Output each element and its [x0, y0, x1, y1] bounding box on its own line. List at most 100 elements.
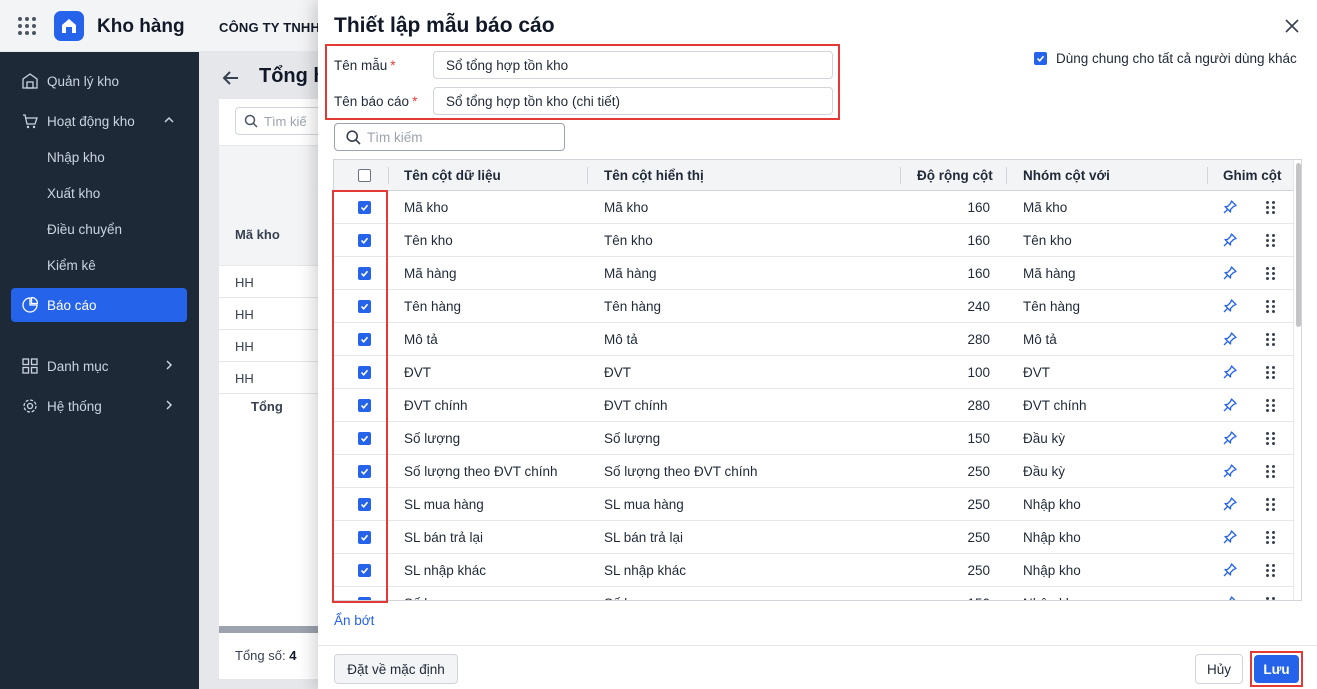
- table-row[interactable]: SL bán trả lại SL bán trả lại 250 Nhập kho: [334, 521, 1294, 554]
- cell-group[interactable]: Mã kho: [1023, 200, 1067, 215]
- cell-group[interactable]: Nhập kho: [1023, 563, 1081, 578]
- table-row[interactable]: Mã kho Mã kho 160 Mã kho: [334, 191, 1294, 224]
- cell-width[interactable]: 150: [930, 596, 990, 600]
- cell-group[interactable]: Nhập kho: [1023, 530, 1081, 545]
- drag-handle-icon[interactable]: [1263, 596, 1277, 600]
- cell-display-name[interactable]: Tên hàng: [604, 299, 661, 314]
- cell-display-name[interactable]: ĐVT chính: [604, 398, 668, 413]
- drag-handle-icon[interactable]: [1263, 266, 1277, 280]
- cell-display-name[interactable]: Số lượng: [604, 431, 660, 446]
- cell-width[interactable]: 160: [930, 233, 990, 248]
- table-row[interactable]: Số lượng Số lượng 150 Đầu kỳ: [334, 422, 1294, 455]
- table-row[interactable]: ĐVT ĐVT 100 ĐVT: [334, 356, 1294, 389]
- sidebar-item-transfer[interactable]: Điều chuyển: [11, 212, 187, 246]
- cell-display-name[interactable]: Số lượng: [604, 596, 660, 600]
- drag-handle-icon[interactable]: [1263, 233, 1277, 247]
- template-name-input[interactable]: [433, 51, 833, 79]
- column-header-width[interactable]: Độ rộng cột: [917, 168, 993, 183]
- show-less-link[interactable]: Ẩn bớt: [334, 613, 374, 628]
- table-row[interactable]: ĐVT chính ĐVT chính 280 ĐVT chính: [334, 389, 1294, 422]
- cell-display-name[interactable]: SL bán trả lại: [604, 530, 683, 545]
- cell-group[interactable]: Nhập kho: [1023, 497, 1081, 512]
- vertical-scrollbar[interactable]: [1293, 160, 1301, 600]
- sidebar-item-inventory-check[interactable]: Kiểm kê: [11, 248, 187, 282]
- cell-group[interactable]: Mã hàng: [1023, 266, 1076, 281]
- pin-icon[interactable]: [1223, 431, 1237, 445]
- drag-handle-icon[interactable]: [1263, 563, 1277, 577]
- table-row[interactable]: Mô tả Mô tả 280 Mô tả: [334, 323, 1294, 356]
- sidebar-item-export[interactable]: Xuất kho: [11, 176, 187, 210]
- cell-display-name[interactable]: Tên kho: [604, 233, 653, 248]
- pin-icon[interactable]: [1223, 530, 1237, 544]
- cell-width[interactable]: 160: [930, 200, 990, 215]
- cell-group[interactable]: Đầu kỳ: [1023, 464, 1065, 479]
- column-header-display-name[interactable]: Tên cột hiển thị: [604, 168, 704, 183]
- pin-icon[interactable]: [1223, 266, 1237, 280]
- cell-width[interactable]: 250: [930, 497, 990, 512]
- scrollbar-thumb[interactable]: [1296, 163, 1301, 327]
- pin-icon[interactable]: [1223, 365, 1237, 379]
- cell-width[interactable]: 100: [930, 365, 990, 380]
- sidebar-item-system[interactable]: Hệ thống: [11, 389, 187, 423]
- cell-display-name[interactable]: SL nhập khác: [604, 563, 686, 578]
- pin-icon[interactable]: [1223, 563, 1237, 577]
- column-header-data-name[interactable]: Tên cột dữ liệu: [404, 168, 501, 183]
- cell-width[interactable]: 160: [930, 266, 990, 281]
- column-header-group[interactable]: Nhóm cột với: [1023, 168, 1110, 183]
- drag-handle-icon[interactable]: [1263, 431, 1277, 445]
- sidebar-item-import[interactable]: Nhập kho: [11, 140, 187, 174]
- save-button[interactable]: Lưu: [1254, 655, 1299, 683]
- drag-handle-icon[interactable]: [1263, 398, 1277, 412]
- drag-handle-icon[interactable]: [1263, 200, 1277, 214]
- app-launcher-icon[interactable]: [18, 17, 36, 35]
- close-icon[interactable]: [1282, 16, 1302, 36]
- drag-handle-icon[interactable]: [1263, 464, 1277, 478]
- pin-icon[interactable]: [1223, 200, 1237, 214]
- pin-icon[interactable]: [1223, 464, 1237, 478]
- drag-handle-icon[interactable]: [1263, 332, 1277, 346]
- cell-width[interactable]: 280: [930, 332, 990, 347]
- sidebar-item-catalog[interactable]: Danh mục: [11, 349, 187, 383]
- table-row[interactable]: SL mua hàng SL mua hàng 250 Nhập kho: [334, 488, 1294, 521]
- pin-icon[interactable]: [1223, 398, 1237, 412]
- pin-icon[interactable]: [1223, 233, 1237, 247]
- select-all-checkbox[interactable]: [358, 169, 371, 182]
- drag-handle-icon[interactable]: [1263, 497, 1277, 511]
- pin-icon[interactable]: [1223, 299, 1237, 313]
- cell-display-name[interactable]: Mã kho: [604, 200, 648, 215]
- cell-width[interactable]: 240: [930, 299, 990, 314]
- table-row[interactable]: Mã hàng Mã hàng 160 Mã hàng: [334, 257, 1294, 290]
- sidebar-item-reports[interactable]: Báo cáo: [11, 288, 187, 322]
- column-header-pin[interactable]: Ghim cột: [1223, 168, 1282, 183]
- column-search-field[interactable]: [334, 123, 565, 151]
- back-arrow-icon[interactable]: [221, 68, 241, 91]
- cell-group[interactable]: Đầu kỳ: [1023, 431, 1065, 446]
- cell-display-name[interactable]: ĐVT: [604, 365, 631, 380]
- cell-width[interactable]: 280: [930, 398, 990, 413]
- cell-group[interactable]: Nhập kho: [1023, 596, 1081, 600]
- cell-group[interactable]: Tên hàng: [1023, 299, 1080, 314]
- report-name-input[interactable]: [433, 87, 833, 115]
- cell-width[interactable]: 150: [930, 431, 990, 446]
- reset-default-button[interactable]: Đặt về mặc định: [334, 654, 458, 684]
- share-checkbox[interactable]: [1034, 52, 1047, 65]
- table-row[interactable]: SL nhập khác SL nhập khác 250 Nhập kho: [334, 554, 1294, 587]
- cell-display-name[interactable]: SL mua hàng: [604, 497, 684, 512]
- table-row[interactable]: Số lượng theo ĐVT chính Số lượng theo ĐVT…: [334, 455, 1294, 488]
- pin-icon[interactable]: [1223, 596, 1237, 600]
- drag-handle-icon[interactable]: [1263, 299, 1277, 313]
- cell-group[interactable]: ĐVT: [1023, 365, 1050, 380]
- sidebar-item-warehouse-activity[interactable]: Hoạt động kho: [11, 104, 187, 138]
- cell-width[interactable]: 250: [930, 530, 990, 545]
- cell-display-name[interactable]: Mã hàng: [604, 266, 657, 281]
- drag-handle-icon[interactable]: [1263, 365, 1277, 379]
- cell-group[interactable]: Tên kho: [1023, 233, 1072, 248]
- cancel-button[interactable]: Hủy: [1195, 654, 1243, 684]
- cell-width[interactable]: 250: [930, 563, 990, 578]
- table-row[interactable]: Số lượng Số lượng 150 Nhập kho: [334, 587, 1294, 600]
- table-row[interactable]: Tên kho Tên kho 160 Tên kho: [334, 224, 1294, 257]
- cell-group[interactable]: ĐVT chính: [1023, 398, 1087, 413]
- drag-handle-icon[interactable]: [1263, 530, 1277, 544]
- pin-icon[interactable]: [1223, 497, 1237, 511]
- cell-display-name[interactable]: Số lượng theo ĐVT chính: [604, 464, 757, 479]
